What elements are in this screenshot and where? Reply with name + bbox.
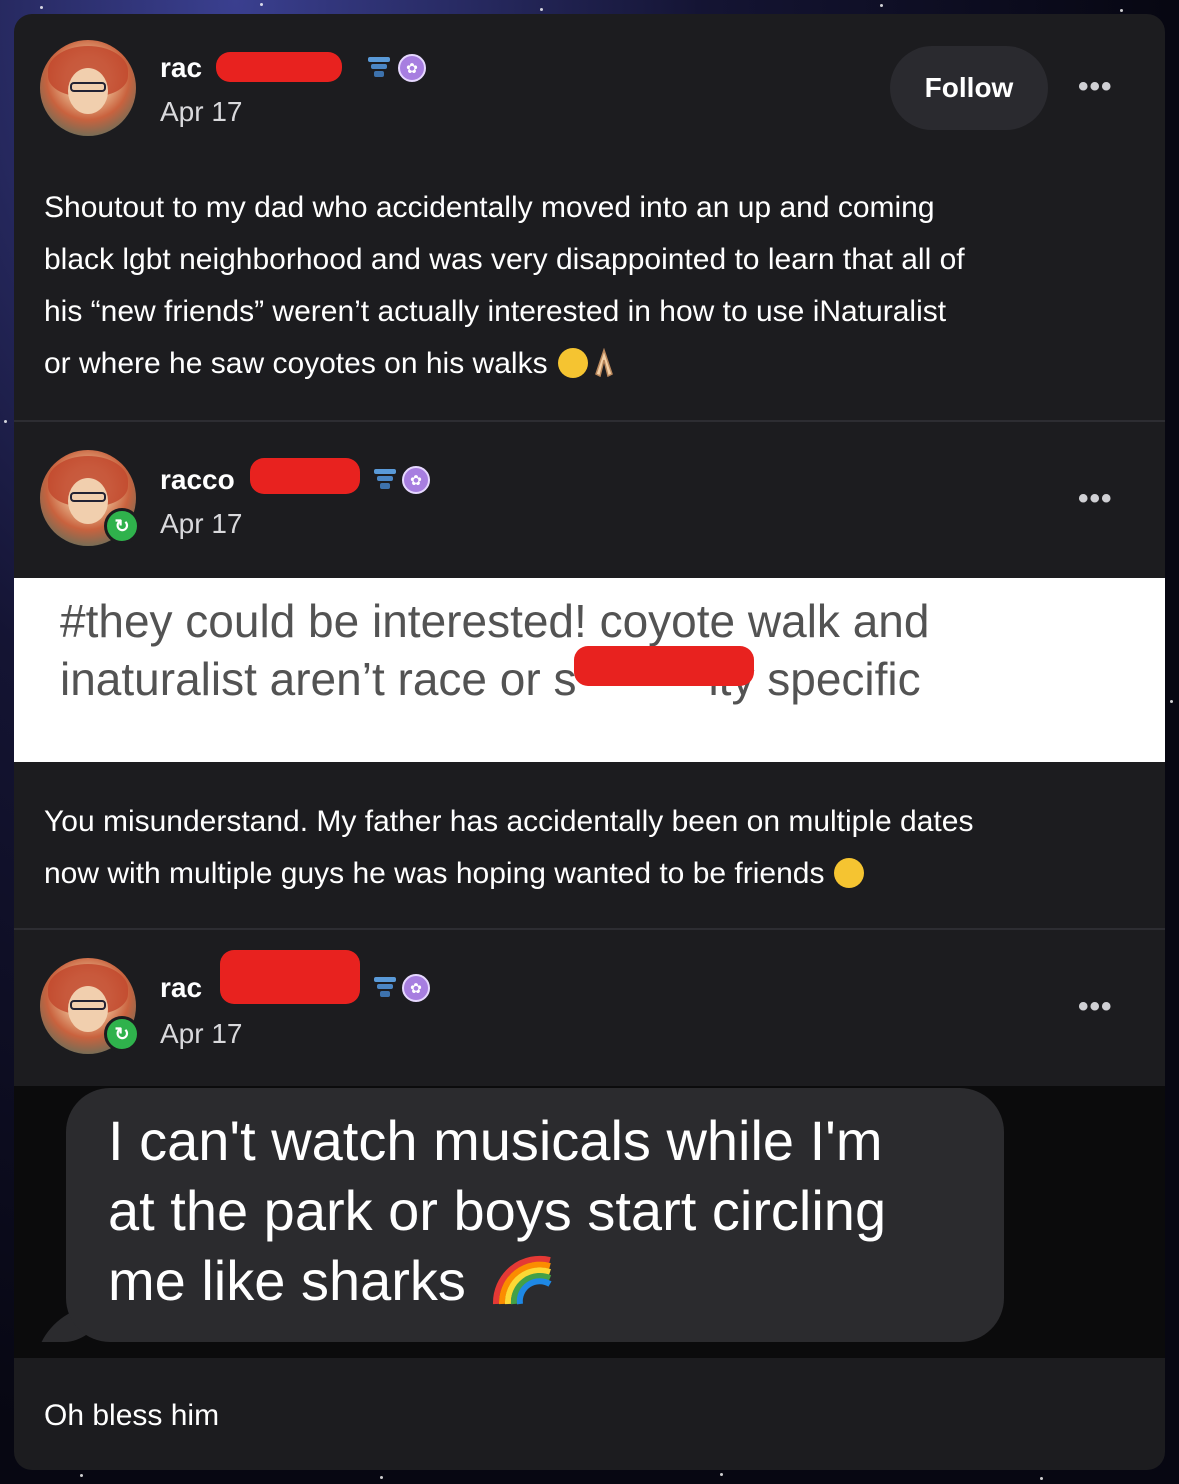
username[interactable]: racco — [160, 464, 235, 496]
post-body: Shoutout to my dad who accidentally move… — [44, 182, 965, 390]
redaction-mark — [216, 52, 342, 82]
post-line: or where he saw coyotes on his walks — [44, 338, 965, 390]
post-line: his “new friends” weren’t actually inter… — [44, 295, 947, 328]
reblog-icon: ↻ — [104, 508, 140, 544]
post-date[interactable]: Apr 17 — [160, 1018, 243, 1050]
divider — [14, 420, 1165, 422]
post-line: You misunderstand. My father has acciden… — [44, 805, 974, 838]
reblog-icon: ↻ — [104, 1016, 140, 1052]
username[interactable]: rac — [160, 972, 202, 1004]
quoted-tag-image: #they could be interested! coyote walk a… — [14, 578, 1165, 762]
post-date[interactable]: Apr 17 — [160, 96, 243, 128]
reblog-body: You misunderstand. My father has acciden… — [44, 796, 973, 900]
rainbow-icon — [492, 1255, 552, 1305]
text-message-screenshot: I can't watch musicals while I'm at the … — [14, 1086, 1165, 1358]
blue-badge-icon — [374, 977, 396, 997]
blue-badge-icon — [368, 57, 390, 77]
message-line: me like sharks — [108, 1246, 988, 1316]
original-post: rac ✿ Apr 17 Follow ••• Shoutout to my d… — [14, 14, 1165, 422]
divider — [14, 928, 1165, 930]
folded-hands-icon — [594, 347, 613, 378]
more-horizontal-icon[interactable]: ••• — [1078, 990, 1113, 1024]
more-horizontal-icon[interactable]: ••• — [1078, 482, 1113, 516]
avatar[interactable] — [40, 40, 136, 136]
message-text: I can't watch musicals while I'm at the … — [108, 1106, 988, 1316]
post-card: rac ✿ Apr 17 Follow ••• Shoutout to my d… — [14, 14, 1165, 1470]
post-line: black lgbt neighborhood and was very dis… — [44, 243, 965, 276]
message-line: at the park or boys start circling — [108, 1179, 887, 1242]
redaction-mark — [574, 646, 754, 686]
purple-paw-badge-icon: ✿ — [402, 466, 430, 494]
blue-badge-icon — [374, 469, 396, 489]
purple-paw-badge-icon: ✿ — [398, 54, 426, 82]
post-date[interactable]: Apr 17 — [160, 508, 243, 540]
username[interactable]: rac — [160, 52, 202, 84]
redaction-mark — [220, 950, 360, 1004]
purple-paw-badge-icon: ✿ — [402, 974, 430, 1002]
more-horizontal-icon[interactable]: ••• — [1078, 70, 1113, 104]
post-line: Shoutout to my dad who accidentally move… — [44, 191, 935, 224]
final-reply: Oh bless him — [44, 1399, 220, 1432]
post-line: now with multiple guys he was hoping wan… — [44, 848, 973, 900]
follow-button[interactable]: Follow — [890, 46, 1048, 130]
message-line: I can't watch musicals while I'm — [108, 1109, 883, 1172]
quote-line: #they could be interested! coyote walk a… — [60, 595, 930, 647]
redaction-mark — [250, 458, 360, 494]
grinning-sweat-face-icon — [834, 858, 865, 888]
pensive-face-icon — [557, 348, 588, 378]
